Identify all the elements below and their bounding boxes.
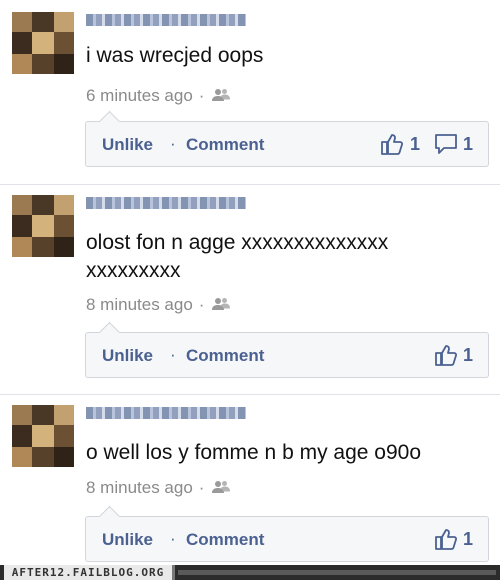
- meta-separator: ·: [198, 86, 205, 105]
- post-meta: 8 minutes ago ·: [86, 295, 231, 316]
- avatar[interactable]: [12, 12, 74, 74]
- author-name-blurred[interactable]: [86, 197, 246, 209]
- comment-link[interactable]: Comment: [186, 530, 264, 550]
- unlike-link[interactable]: Unlike: [102, 346, 153, 366]
- watermark-footer: AFTER12.FAILBLOG.ORG: [0, 565, 500, 580]
- friends-icon[interactable]: [212, 87, 231, 107]
- timestamp[interactable]: 8 minutes ago: [86, 478, 193, 497]
- thumbs-up-icon[interactable]: [434, 344, 458, 371]
- status-post: olost fon n agge xxxxxxxxxxxxxx xxxxxxxx…: [0, 195, 500, 385]
- post-message-line: xxxxxxxxx: [86, 259, 181, 282]
- timestamp[interactable]: 6 minutes ago: [86, 86, 193, 105]
- thumbs-up-icon[interactable]: [380, 133, 404, 160]
- post-message: o well los y fomme n b my age o90o: [86, 441, 421, 464]
- bar-notch: [98, 505, 121, 528]
- like-count[interactable]: 1: [410, 134, 420, 155]
- friends-icon[interactable]: [212, 479, 231, 499]
- watermark-brand: AFTER12.FAILBLOG.ORG: [4, 565, 175, 580]
- bar-notch: [98, 110, 121, 133]
- post-actions-bar: Unlike · Comment 1: [85, 321, 489, 378]
- status-post: o well los y fomme n b my age o90o 8 min…: [0, 405, 500, 563]
- post-meta: 6 minutes ago ·: [86, 86, 231, 107]
- friends-icon[interactable]: [212, 296, 231, 316]
- comment-count[interactable]: 1: [463, 134, 473, 155]
- thumbs-up-icon[interactable]: [434, 528, 458, 555]
- like-count[interactable]: 1: [463, 345, 473, 366]
- post-meta: 8 minutes ago ·: [86, 478, 231, 499]
- post-message-line: olost fon n agge xxxxxxxxxxxxxx: [86, 231, 389, 254]
- author-name-blurred[interactable]: [86, 407, 246, 419]
- post-message: i was wrecjed oops: [86, 44, 264, 67]
- watermark-strip: [178, 570, 496, 575]
- bar-notch: [98, 321, 121, 344]
- meta-separator: ·: [198, 295, 205, 314]
- action-separator: ·: [170, 345, 176, 364]
- comment-link[interactable]: Comment: [186, 135, 264, 155]
- avatar[interactable]: [12, 195, 74, 257]
- meta-separator: ·: [198, 478, 205, 497]
- like-count[interactable]: 1: [463, 529, 473, 550]
- action-separator: ·: [170, 134, 176, 153]
- unlike-link[interactable]: Unlike: [102, 530, 153, 550]
- post-divider: [0, 184, 500, 185]
- status-post: i was wrecjed oops 6 minutes ago · Unlike…: [0, 12, 500, 177]
- post-actions-bar: Unlike · Comment 1: [85, 505, 489, 562]
- comment-link[interactable]: Comment: [186, 346, 264, 366]
- post-actions-bar: Unlike · Comment 1 1: [85, 110, 489, 167]
- action-separator: ·: [170, 529, 176, 548]
- comment-bubble-icon[interactable]: [434, 133, 458, 160]
- timestamp[interactable]: 8 minutes ago: [86, 295, 193, 314]
- post-divider: [0, 394, 500, 395]
- unlike-link[interactable]: Unlike: [102, 135, 153, 155]
- author-name-blurred[interactable]: [86, 14, 246, 26]
- avatar[interactable]: [12, 405, 74, 467]
